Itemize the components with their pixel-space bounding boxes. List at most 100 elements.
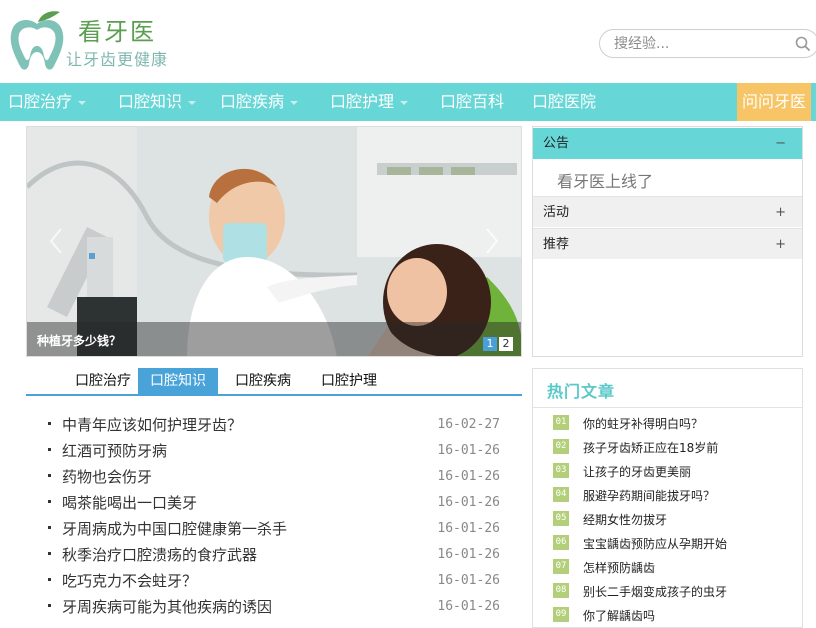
hot-article-item[interactable]: 06 宝宝龋齿预防应从孕期开始: [553, 532, 793, 552]
nav-item-encyclopedia[interactable]: 口腔百科: [440, 83, 504, 121]
hot-article-item[interactable]: 01 你的蛀牙补得明白吗？: [553, 412, 793, 432]
rank-badge: 01: [553, 415, 569, 430]
list-item[interactable]: 秋季治疗口腔溃疡的食疗武器 16-01-26: [48, 542, 504, 568]
search-input[interactable]: [614, 34, 784, 54]
article-title[interactable]: 牙周病成为中国口腔健康第一杀手: [62, 518, 287, 539]
rank-badge: 08: [553, 583, 569, 598]
expand-icon[interactable]: +: [775, 229, 786, 260]
chevron-down-icon: [290, 100, 299, 105]
hot-article-item[interactable]: 09 你了解龋齿吗: [553, 604, 793, 624]
nav-item-label: 口腔百科: [440, 92, 505, 111]
article-title[interactable]: 吃巧克力不会蛀牙？: [62, 570, 197, 591]
hot-article-title[interactable]: 怎样预防龋齿: [583, 559, 655, 576]
rank-badge: 07: [553, 559, 569, 574]
accordion-label: 推荐: [543, 237, 570, 252]
search-icon[interactable]: [795, 36, 811, 52]
slider-dot[interactable]: 2: [499, 337, 513, 351]
nav-item-care[interactable]: 口腔护理: [330, 83, 409, 121]
image-slider[interactable]: 种植牙多少钱？ 1 2: [26, 126, 522, 357]
hot-article-title[interactable]: 宝宝龋齿预防应从孕期开始: [583, 535, 727, 552]
main-nav: 口腔治疗 口腔知识 口腔疾病 口腔护理 口腔百科 口腔医院: [0, 83, 816, 121]
article-date: 16-01-26: [437, 521, 500, 536]
article-date: 16-01-26: [437, 547, 500, 562]
rank-badge: 09: [553, 607, 569, 622]
bullet: [48, 500, 51, 503]
notice-panel: 公告 − 看牙医上线了 活动 + 推荐 +: [532, 126, 803, 357]
nav-item-knowledge[interactable]: 口腔知识: [118, 83, 197, 121]
nav-item-treatment[interactable]: 口腔治疗: [8, 83, 87, 121]
bullet: [48, 604, 51, 607]
tab-care[interactable]: 口腔护理: [310, 368, 388, 394]
bullet: [48, 578, 51, 581]
nav-item-label: 口腔医院: [532, 92, 597, 111]
nav-item-diseases[interactable]: 口腔疾病: [220, 83, 299, 121]
slider-dot[interactable]: 1: [483, 337, 497, 351]
chevron-down-icon: [78, 100, 87, 105]
hot-article-item[interactable]: 02 孩子牙齿矫正应在18岁前: [553, 436, 793, 456]
article-title[interactable]: 红酒可预防牙病: [62, 440, 167, 461]
hot-articles-panel: 热门文章 01 你的蛀牙补得明白吗？ 02 孩子牙齿矫正应在18岁前 03 让孩…: [532, 368, 803, 628]
list-item[interactable]: 中青年应该如何护理牙齿？ 16-02-27: [48, 412, 504, 438]
tooth-apple-logo-icon[interactable]: [8, 10, 66, 72]
list-item[interactable]: 牙周病成为中国口腔健康第一杀手 16-01-26: [48, 516, 504, 542]
hot-article-title[interactable]: 别长二手烟变成孩子的虫牙: [583, 583, 727, 600]
list-item[interactable]: 药物也会伤牙 16-01-26: [48, 464, 504, 490]
bullet: [48, 422, 51, 425]
site-header: 看牙医 让牙齿更健康: [0, 0, 816, 83]
bullet: [48, 526, 51, 529]
hot-article-title[interactable]: 服避孕药期间能拔牙吗？: [583, 487, 715, 504]
chevron-down-icon: [188, 100, 197, 105]
article-date: 16-01-26: [437, 495, 500, 510]
hot-articles-title: 热门文章: [547, 382, 616, 401]
rank-badge: 06: [553, 535, 569, 550]
bullet: [48, 448, 51, 451]
nav-item-hospitals[interactable]: 口腔医院: [532, 83, 596, 121]
accordion-recommend[interactable]: 推荐 +: [533, 228, 802, 259]
tab-knowledge[interactable]: 口腔知识: [138, 368, 218, 394]
article-title[interactable]: 秋季治疗口腔溃疡的食疗武器: [62, 544, 257, 565]
ask-dentist-button[interactable]: 问问牙医: [737, 83, 811, 121]
brand-slogan: 让牙齿更健康: [66, 50, 169, 69]
slider-next-arrow-icon[interactable]: [481, 225, 503, 257]
expand-icon[interactable]: +: [775, 197, 786, 228]
list-item[interactable]: 喝茶能喝出一口美牙 16-01-26: [48, 490, 504, 516]
rank-badge: 05: [553, 511, 569, 526]
article-date: 16-01-26: [437, 469, 500, 484]
accordion-notice[interactable]: 公告 −: [533, 128, 802, 159]
hot-article-title[interactable]: 让孩子的牙齿更美丽: [583, 463, 691, 480]
brand-name[interactable]: 看牙医: [78, 12, 156, 47]
rank-badge: 02: [553, 439, 569, 454]
article-title[interactable]: 喝茶能喝出一口美牙: [62, 492, 197, 513]
article-date: 16-01-26: [437, 573, 500, 588]
hot-article-item[interactable]: 07 怎样预防龋齿: [553, 556, 793, 576]
article-date: 16-01-26: [437, 599, 500, 614]
list-item[interactable]: 红酒可预防牙病 16-01-26: [48, 438, 504, 464]
notice-text[interactable]: 看牙医上线了: [557, 168, 653, 192]
list-item[interactable]: 吃巧克力不会蛀牙？ 16-01-26: [48, 568, 504, 594]
nav-item-label: 口腔疾病: [220, 92, 285, 111]
slide-caption[interactable]: 种植牙多少钱？: [37, 332, 121, 349]
tab-diseases[interactable]: 口腔疾病: [224, 368, 302, 394]
hot-article-title[interactable]: 孩子牙齿矫正应在18岁前: [583, 439, 718, 456]
article-date: 16-02-27: [437, 417, 500, 432]
hot-article-title[interactable]: 你了解龋齿吗: [583, 607, 655, 624]
article-date: 16-01-26: [437, 443, 500, 458]
hot-article-title[interactable]: 你的蛀牙补得明白吗？: [583, 415, 703, 432]
nav-item-label: 口腔护理: [330, 92, 395, 111]
accordion-activity[interactable]: 活动 +: [533, 196, 802, 227]
hot-article-item[interactable]: 05 经期女性勿拔牙: [553, 508, 793, 528]
article-title[interactable]: 药物也会伤牙: [62, 466, 152, 487]
accordion-label: 公告: [543, 136, 570, 151]
hot-article-title[interactable]: 经期女性勿拔牙: [583, 511, 667, 528]
collapse-icon[interactable]: −: [775, 128, 786, 159]
hot-article-item[interactable]: 08 别长二手烟变成孩子的虫牙: [553, 580, 793, 600]
hot-article-item[interactable]: 03 让孩子的牙齿更美丽: [553, 460, 793, 480]
nav-item-label: 口腔治疗: [8, 92, 73, 111]
slider-prev-arrow-icon[interactable]: [45, 225, 67, 257]
article-title[interactable]: 牙周疾病可能为其他疾病的诱因: [62, 596, 272, 617]
article-title[interactable]: 中青年应该如何护理牙齿？: [62, 414, 242, 435]
list-item[interactable]: 牙周疾病可能为其他疾病的诱因 16-01-26: [48, 594, 504, 620]
hot-article-item[interactable]: 04 服避孕药期间能拔牙吗？: [553, 484, 793, 504]
accordion-label: 活动: [543, 205, 570, 220]
search-box: [599, 29, 816, 58]
